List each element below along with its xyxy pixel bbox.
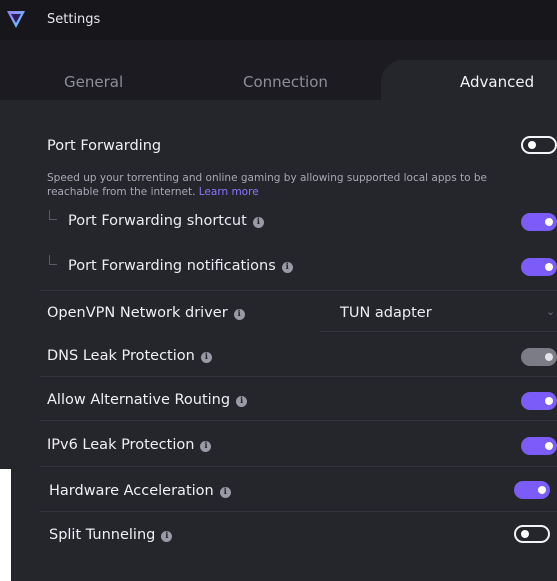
background-gap	[0, 469, 11, 581]
openvpn-driver-label: OpenVPN Network driver i	[47, 305, 245, 321]
port-forwarding-shortcut-toggle[interactable]	[521, 213, 557, 231]
info-icon[interactable]: i	[252, 217, 264, 228]
port-forwarding-toggle[interactable]	[521, 136, 557, 154]
info-icon[interactable]: i	[219, 487, 231, 498]
alternative-routing-toggle[interactable]	[521, 392, 557, 410]
openvpn-driver-select[interactable]: TUN adapter	[340, 305, 432, 321]
split-tunneling-toggle[interactable]	[514, 525, 550, 543]
divider	[40, 290, 557, 291]
dns-leak-protection-toggle	[521, 348, 557, 366]
port-forwarding-shortcut-label: Port Forwarding shortcut i	[68, 213, 264, 229]
split-tunneling-label: Split Tunneling i	[49, 527, 173, 543]
chevron-down-icon[interactable]: ⌄	[546, 305, 555, 318]
tab-connection[interactable]: Connection	[243, 73, 328, 91]
port-forwarding-notifications-label: Port Forwarding notifications i	[68, 258, 293, 274]
title-bar: Settings	[0, 0, 557, 40]
info-icon[interactable]: i	[281, 262, 293, 273]
divider	[40, 376, 557, 377]
window-title: Settings	[47, 12, 101, 27]
app-logo-icon	[7, 11, 25, 28]
divider	[40, 511, 557, 512]
learn-more-link[interactable]: Learn more	[199, 186, 259, 198]
dns-leak-protection-label: DNS Leak Protection i	[47, 348, 212, 364]
hardware-acceleration-toggle[interactable]	[514, 481, 550, 499]
tab-advanced[interactable]: Advanced	[460, 73, 534, 91]
port-forwarding-label: Port Forwarding	[47, 138, 162, 154]
info-icon[interactable]: i	[161, 531, 173, 542]
port-forwarding-description: Speed up your torrenting and online gami…	[47, 172, 488, 198]
info-icon[interactable]: i	[200, 352, 212, 363]
tree-connector	[49, 210, 57, 220]
port-forwarding-notifications-toggle[interactable]	[521, 258, 557, 276]
ipv6-leak-protection-label: IPv6 Leak Protection i	[47, 437, 212, 453]
ipv6-leak-protection-toggle[interactable]	[521, 437, 557, 455]
tree-connector	[49, 255, 57, 265]
alternative-routing-label: Allow Alternative Routing i	[47, 392, 248, 408]
info-icon[interactable]: i	[233, 309, 245, 320]
tab-general[interactable]: General	[64, 73, 123, 91]
hardware-acceleration-label: Hardware Acceleration i	[49, 483, 231, 499]
select-underline	[320, 331, 557, 332]
info-icon[interactable]: i	[200, 441, 212, 452]
settings-window: Settings General Connection Advanced Por…	[0, 0, 557, 581]
info-icon[interactable]: i	[236, 396, 248, 407]
divider	[40, 466, 557, 467]
divider	[40, 420, 557, 421]
